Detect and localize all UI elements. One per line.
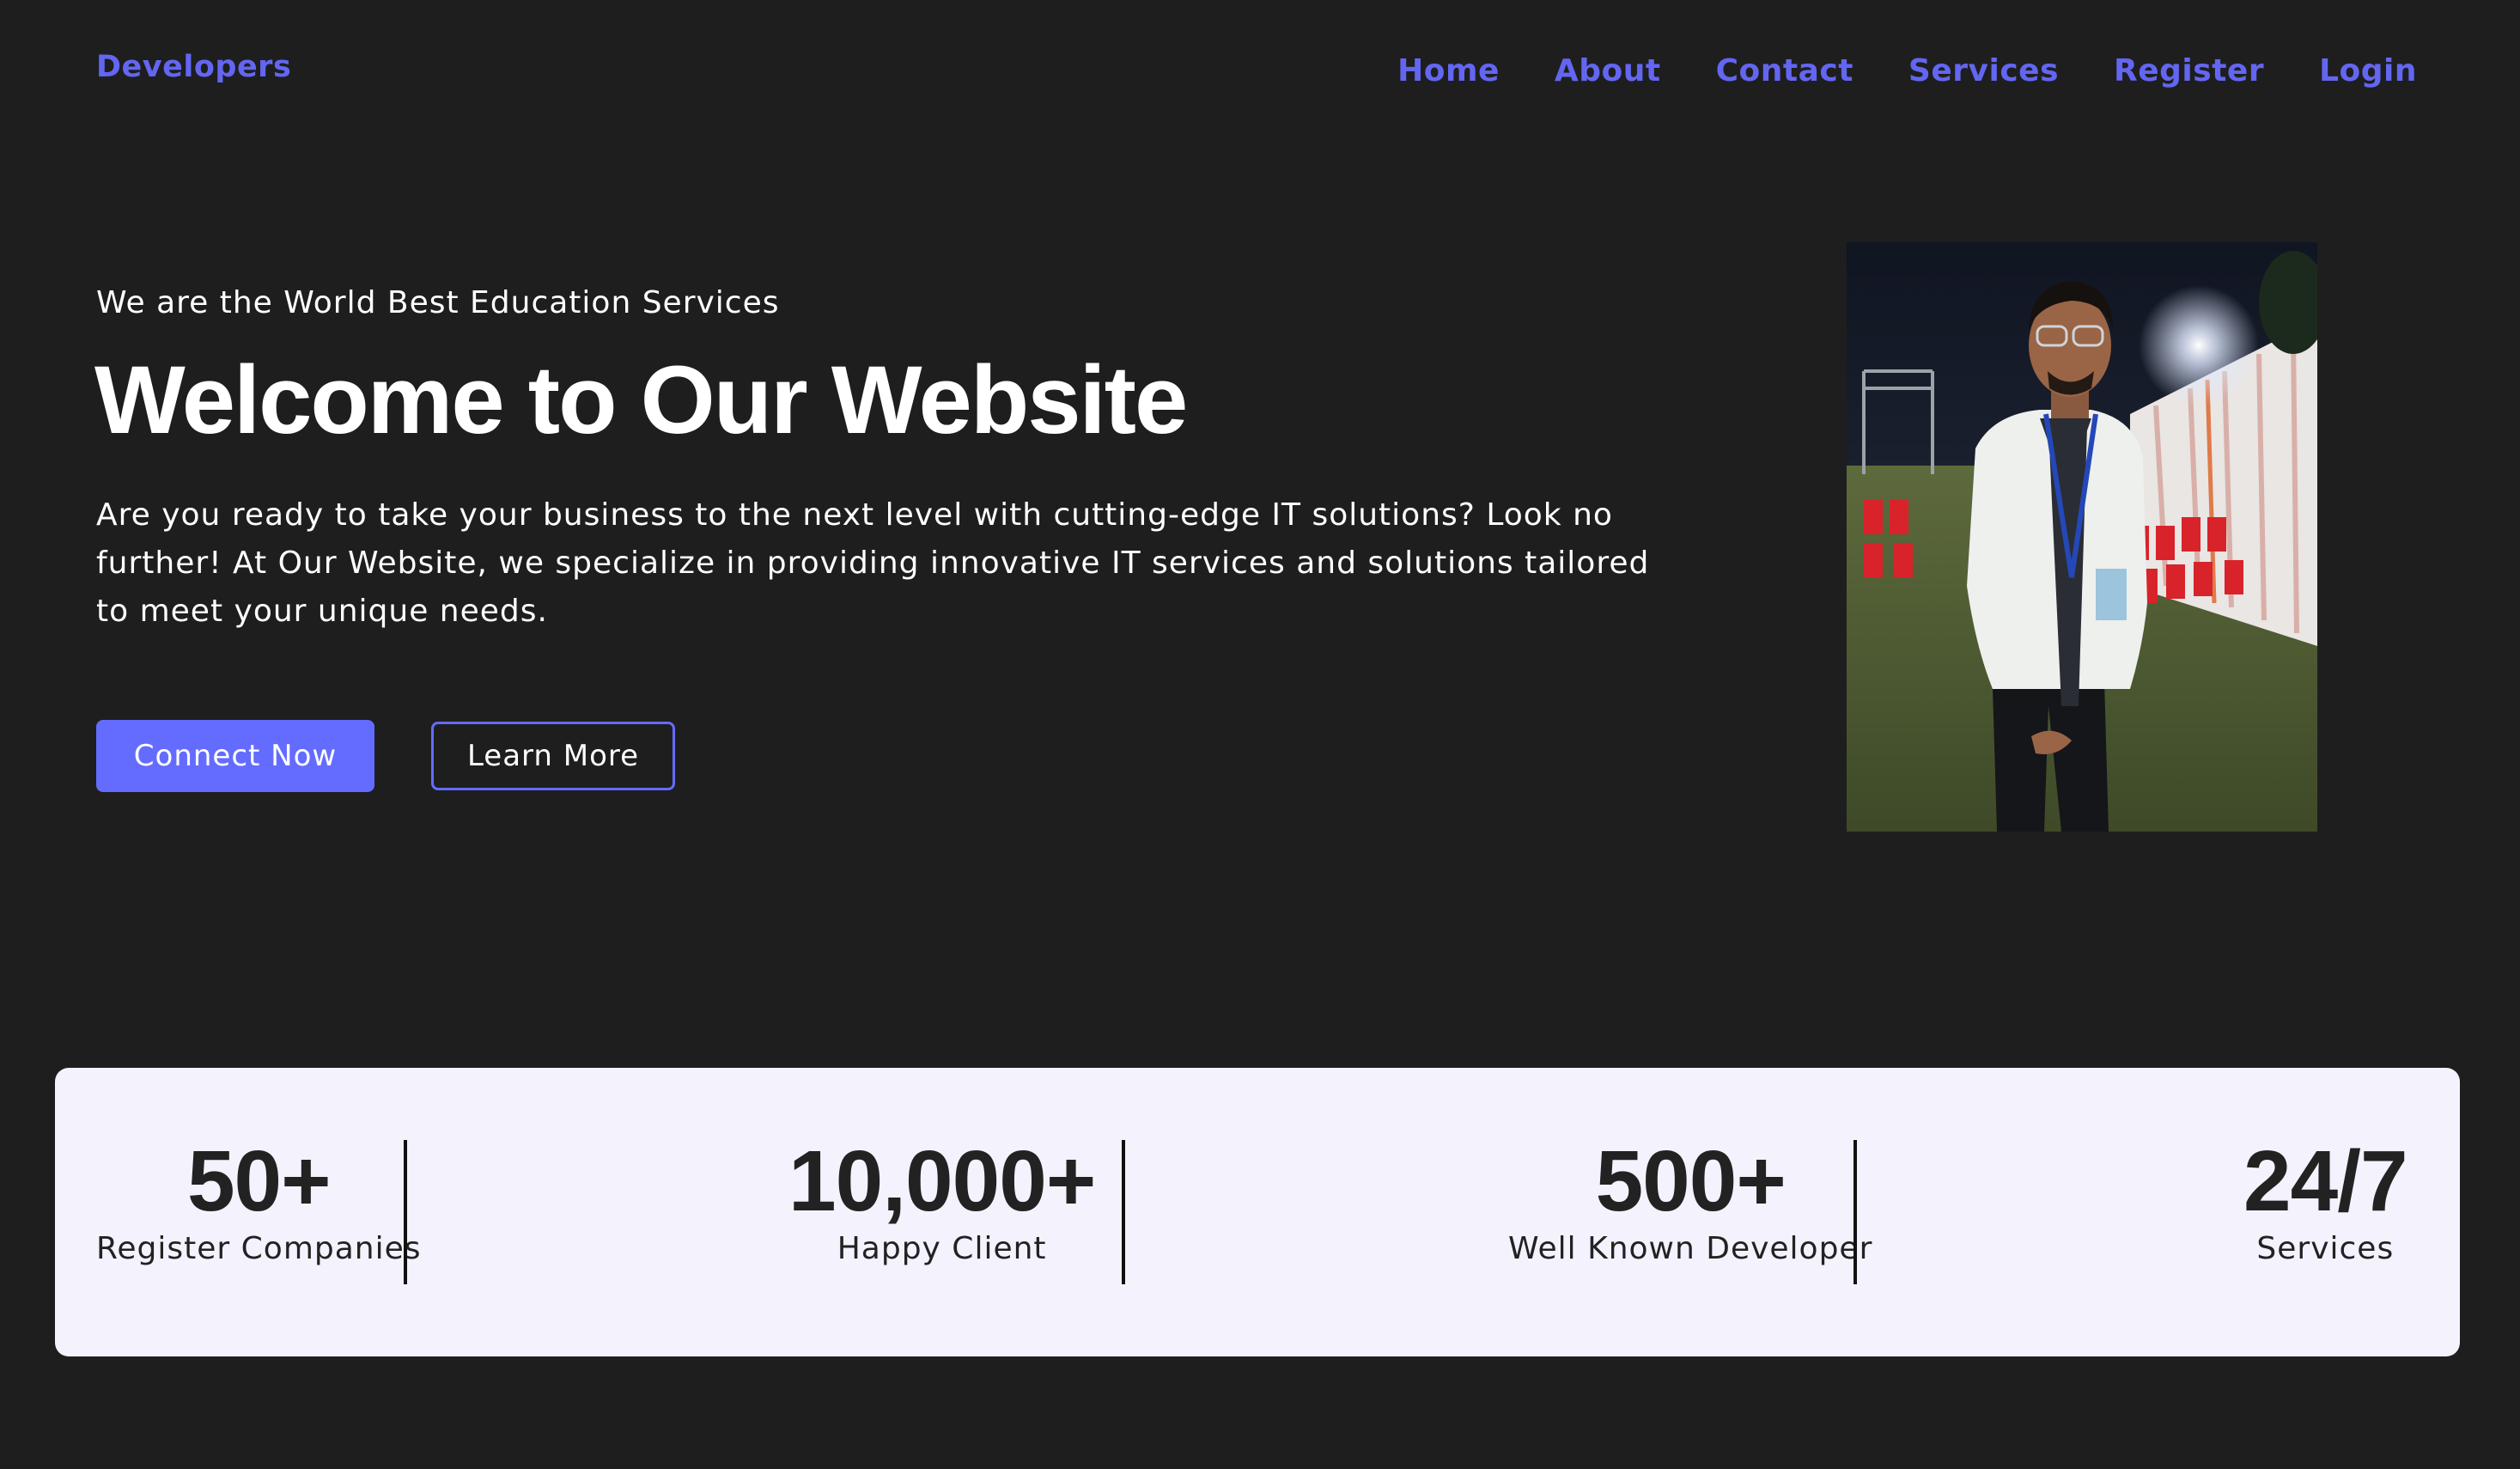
stat-services: 24/7 Services <box>2243 1133 2408 1266</box>
connect-now-button[interactable]: Connect Now <box>96 720 374 792</box>
nav-register[interactable]: Register <box>2114 53 2264 88</box>
stat-divider <box>404 1140 407 1284</box>
hero-title: Welcome to Our Website <box>94 346 1188 454</box>
hero-description: Are you ready to take your business to t… <box>96 497 1650 629</box>
nav-login[interactable]: Login <box>2319 53 2417 88</box>
stat-value: 10,000+ <box>788 1133 1096 1229</box>
developer-photo-illustration <box>1847 242 2317 832</box>
nav-services[interactable]: Services <box>1908 53 2059 88</box>
hero-photo <box>1847 242 2317 832</box>
stat-label: Happy Client <box>837 1231 1047 1266</box>
stat-value: 500+ <box>1595 1133 1787 1229</box>
stat-companies: 50+ Register Companies <box>96 1138 422 1266</box>
learn-more-button[interactable]: Learn More <box>431 722 675 790</box>
stat-label: Services <box>2256 1231 2395 1266</box>
main-nav: Home About Contact Services Register Log… <box>1342 53 2417 88</box>
stat-divider <box>1122 1140 1125 1284</box>
stats-panel: 50+ Register Companies 10,000+ Happy Cli… <box>55 1068 2460 1356</box>
nav-home[interactable]: Home <box>1397 53 1500 88</box>
nav-about[interactable]: About <box>1555 53 1661 88</box>
stat-label: Register Companies <box>96 1231 422 1266</box>
site-logo[interactable]: Developers <box>96 50 291 84</box>
stat-value: 24/7 <box>2243 1133 2408 1229</box>
stat-clients: 10,000+ Happy Client <box>788 1133 1096 1266</box>
stat-value: 50+ <box>186 1133 332 1229</box>
hero-subtitle: We are the World Best Education Services <box>96 285 780 320</box>
stat-label: Well Known Developer <box>1508 1231 1873 1266</box>
nav-contact[interactable]: Contact <box>1716 53 1853 88</box>
stat-divider <box>1853 1140 1857 1284</box>
stat-developers: 500+ Well Known Developer <box>1508 1138 1872 1266</box>
